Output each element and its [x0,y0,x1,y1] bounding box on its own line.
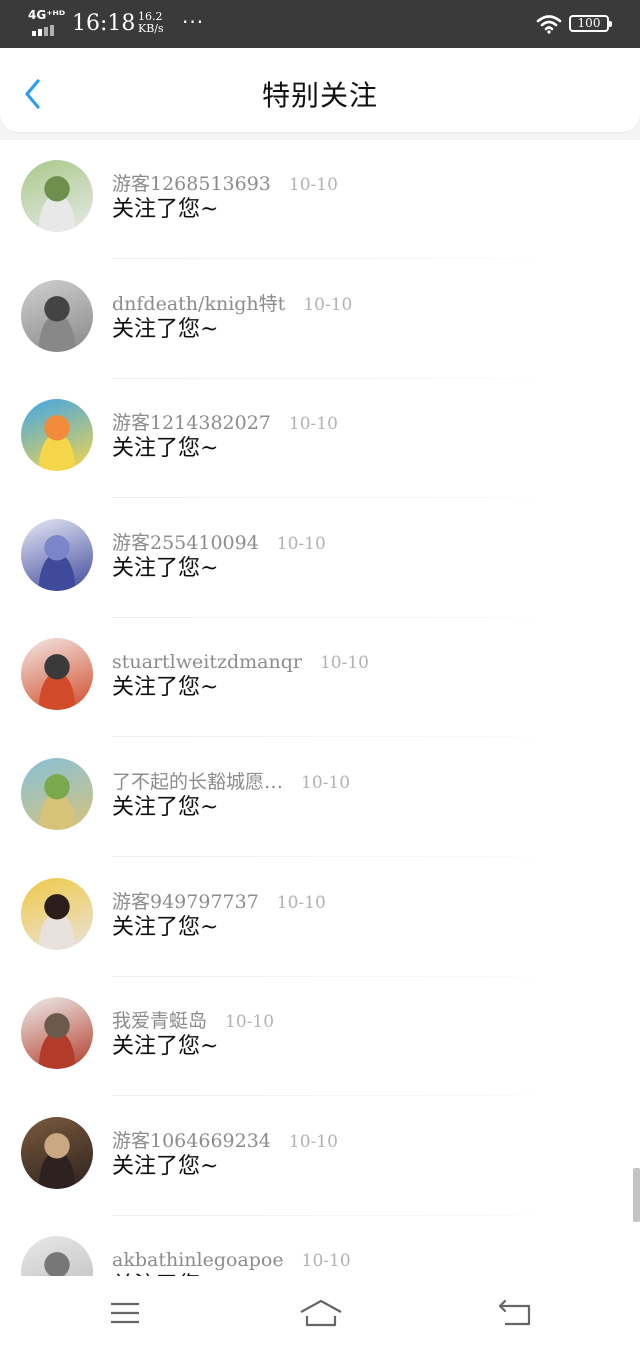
follow-message: 关注了您~ [112,555,219,581]
list-item[interactable]: 游客255410094 10-10 关注了您~ [0,499,640,618]
follow-message: 关注了您~ [112,795,219,820]
follow-date: 10-10 [319,653,369,674]
avatar[interactable] [21,997,93,1070]
signal-bars-icon [32,25,54,36]
list-item[interactable]: stuartlweitzdmanqr 10-10 关注了您~ [0,618,640,738]
avatar[interactable] [21,279,93,352]
follower-username: 游客949797737 [112,890,259,913]
follow-date: 10-10 [276,533,326,554]
avatar[interactable] [21,160,93,232]
follow-message: 关注了您~ [112,1034,219,1060]
avatar[interactable] [21,758,93,830]
list-item[interactable]: 了不起的长豁城愿… 10-10 关注了您~ [0,738,640,857]
follower-username: 游客1268513693 [112,173,271,195]
avatar[interactable] [21,638,93,711]
page-title: 特别关注 [261,79,378,112]
follow-message: 关注了您~ [112,197,219,222]
app-header: 特别关注 [0,48,640,132]
menu-button[interactable] [105,1298,145,1330]
list-item[interactable]: 游客1064669234 10-10 关注了您~ [0,1097,640,1216]
clock: 16:18 [72,11,136,36]
follower-username: 我爱青蜓岛 [112,1010,208,1033]
list-item[interactable]: 我爱青蜓岛 10-10 关注了您~ [0,977,640,1097]
more-notifications-icon: ··· [182,10,205,34]
follow-message: 关注了您~ [112,914,219,940]
avatar[interactable] [21,1116,93,1189]
follower-list: 游客1268513693 10-10 关注了您~ dnfdeath/knigh特t 10… [0,140,640,1276]
battery-icon: 100 [569,15,612,32]
follower-username: 游客1064669234 [112,1129,271,1152]
follower-name: 游客1268513693 10-10 [112,172,338,197]
follow-date: 10-10 [276,892,326,913]
follow-date: 10-10 [288,1131,338,1152]
follower-username: akbathinlegoapoe [112,1249,284,1272]
network-speed: 16.2 KB/s [138,11,164,35]
follow-date: 10-10 [303,294,353,315]
list-item[interactable]: dnfdeath/knigh特t 10-10 关注了您~ [0,260,640,379]
follower-name: 游客1214382027 10-10 [112,411,338,436]
follower-name: 了不起的长豁城愿… 10-10 [112,770,350,795]
network-type: 4G⁺ᴴᴰ [28,8,66,22]
follower-name: 游客949797737 10-10 [112,890,326,915]
follow-message: 关注了您~ [112,675,219,701]
follow-message: 关注了您~ [112,316,219,342]
list-item[interactable]: akbathinlegoapoe10-10关注了您~ [0,1216,640,1276]
menu-icon [111,1302,139,1324]
avatar[interactable] [21,877,93,950]
follower-name: stuartlweitzdmanqr 10-10 [112,650,369,675]
avatar[interactable] [21,399,93,472]
avatar[interactable] [21,518,93,591]
home-button[interactable] [298,1298,344,1330]
follower-name: akbathinlegoapoe 10-10 [112,1248,351,1273]
list-item[interactable]: 游客1214382027 10-10 关注了您~ [0,379,640,499]
avatar[interactable] [21,1236,93,1276]
back-arrow-icon [498,1299,531,1326]
wifi-icon [536,15,562,34]
follow-message: 关注了您~ [112,436,219,462]
signal-indicator: 4G⁺ᴴᴰ [28,8,66,36]
follower-name: dnfdeath/knigh特t 10-10 [112,292,352,317]
home-icon [300,1299,342,1327]
follow-date: 10-10 [301,773,351,793]
follower-username: 游客1214382027 [112,412,271,435]
follow-message: 关注了您~ [112,1153,219,1179]
follower-username: dnfdeath/knigh特t [112,292,286,315]
follow-date: 10-10 [225,1012,275,1033]
follower-name: 游客1064669234 10-10 [112,1129,338,1154]
follow-date: 10-10 [301,1251,351,1272]
follower-name: 我爱青蜓岛 10-10 [112,1009,274,1034]
follower-username: stuartlweitzdmanqr [112,651,302,674]
status-bar: 4G⁺ᴴᴰ 16:18 16.2 KB/s ··· 100 [0,0,640,48]
system-nav-bar [0,1276,640,1351]
follow-date: 10-10 [288,414,338,435]
follow-date: 10-10 [288,175,338,195]
speed-unit: KB/s [138,22,164,35]
scrollbar[interactable] [633,1168,640,1222]
follower-username: 游客255410094 [112,531,259,554]
system-back-button[interactable] [496,1298,536,1330]
battery-level: 100 [577,16,601,30]
list-item[interactable]: 游客949797737 10-10 关注了您~ [0,858,640,977]
follower-username: 了不起的长豁城愿… [112,771,284,793]
list-item[interactable]: 游客1268513693 10-10 关注了您~ [0,140,640,259]
follower-name: 游客255410094 10-10 [112,531,326,556]
